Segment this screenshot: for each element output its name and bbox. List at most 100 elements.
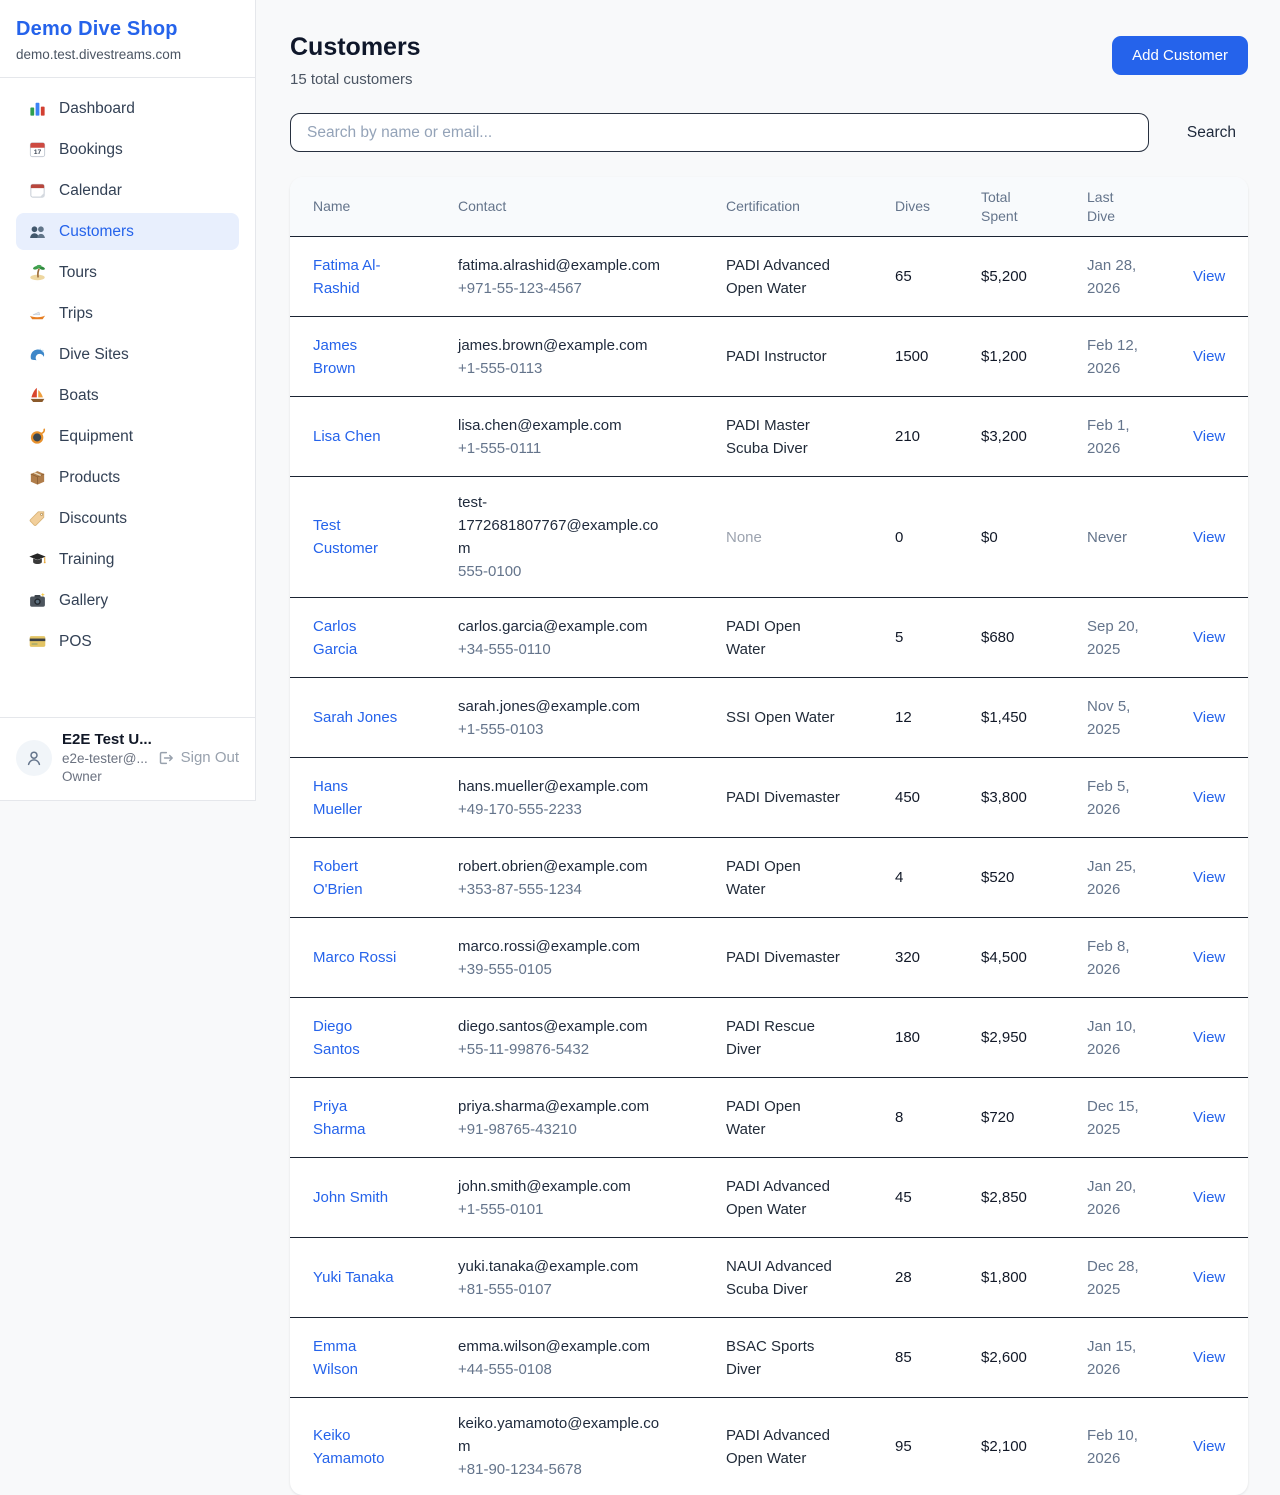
customer-phone: +1-555-0101 — [458, 1198, 716, 1221]
sidebar-item-bookings[interactable]: 17Bookings — [16, 131, 239, 168]
customer-phone: +971-55-123-4567 — [458, 277, 716, 300]
customer-name-cell: Hans Mueller — [313, 775, 458, 821]
customer-name-cell: Test Customer — [313, 514, 458, 560]
customer-name-link[interactable]: Emma Wilson — [313, 1335, 399, 1381]
view-link[interactable]: View — [1193, 348, 1225, 365]
customer-contact-cell: james.brown@example.com+1-555-0113 — [458, 334, 726, 380]
user-role: Owner — [62, 769, 146, 784]
sidebar-item-customers[interactable]: Customers — [16, 213, 239, 250]
view-link[interactable]: View — [1193, 1438, 1225, 1455]
customer-phone: +353-87-555-1234 — [458, 878, 716, 901]
last-dive-value: Never — [1087, 526, 1127, 549]
view-link[interactable]: View — [1193, 1349, 1225, 1366]
column-header-last-dive: Last Dive — [1087, 188, 1193, 226]
certification-cell: PADI Master Scuba Diver — [726, 414, 895, 460]
last-dive-value: Feb 8, 2026 — [1087, 935, 1159, 981]
sidebar-item-label: Discounts — [59, 510, 127, 528]
certification-cell: PADI Divemaster — [726, 946, 895, 969]
add-customer-button[interactable]: Add Customer — [1112, 36, 1248, 75]
camera-icon — [28, 591, 47, 610]
sidebar-item-equipment[interactable]: Equipment — [16, 418, 239, 455]
sidebar-item-trips[interactable]: Trips — [16, 295, 239, 332]
view-link[interactable]: View — [1193, 1269, 1225, 1286]
actions-cell: View — [1193, 1266, 1235, 1289]
certification-cell: PADI Advanced Open Water — [726, 254, 895, 300]
bookings-calendar-icon: 17 — [28, 140, 47, 159]
sidebar-item-training[interactable]: Training — [16, 541, 239, 578]
view-link[interactable]: View — [1193, 869, 1225, 886]
actions-cell: View — [1193, 1435, 1235, 1458]
view-link[interactable]: View — [1193, 268, 1225, 285]
certification-value: PADI Advanced Open Water — [726, 1175, 844, 1221]
table-row: Keiko Yamamotokeiko.yamamoto@example.com… — [290, 1398, 1248, 1495]
package-icon — [28, 468, 47, 487]
sidebar-item-dive-sites[interactable]: Dive Sites — [16, 336, 239, 373]
sidebar-item-gallery[interactable]: Gallery — [16, 582, 239, 619]
view-link[interactable]: View — [1193, 1109, 1225, 1126]
customer-name-link[interactable]: James Brown — [313, 334, 399, 380]
certification-cell: PADI Open Water — [726, 1095, 895, 1141]
last-dive-value: Feb 5, 2026 — [1087, 775, 1159, 821]
total-spent: $720 — [981, 1106, 1087, 1129]
certification-cell: PADI Open Water — [726, 855, 895, 901]
sidebar-item-discounts[interactable]: Discounts — [16, 500, 239, 537]
table-row: Priya Sharmapriya.sharma@example.com+91-… — [290, 1078, 1248, 1158]
customer-name-link[interactable]: Carlos Garcia — [313, 615, 399, 661]
sidebar-item-products[interactable]: Products — [16, 459, 239, 496]
sidebar-item-label: Gallery — [59, 592, 108, 610]
view-link[interactable]: View — [1193, 1189, 1225, 1206]
total-spent: $4,500 — [981, 946, 1087, 969]
view-link[interactable]: View — [1193, 428, 1225, 445]
search-input[interactable] — [290, 113, 1149, 152]
certification-value: PADI Master Scuba Diver — [726, 414, 844, 460]
customer-name-link[interactable]: Sarah Jones — [313, 706, 397, 729]
sidebar-item-pos[interactable]: POS — [16, 623, 239, 660]
customer-name-link[interactable]: Hans Mueller — [313, 775, 399, 821]
sidebar-item-label: Trips — [59, 305, 93, 323]
customer-name-link[interactable]: Test Customer — [313, 514, 399, 560]
view-link[interactable]: View — [1193, 789, 1225, 806]
bar-chart-icon — [28, 99, 47, 118]
view-link[interactable]: View — [1193, 949, 1225, 966]
customer-email: priya.sharma@example.com — [458, 1095, 666, 1118]
sign-out-button[interactable]: Sign Out — [156, 749, 239, 767]
search-button[interactable]: Search — [1175, 116, 1248, 150]
actions-cell: View — [1193, 265, 1235, 288]
dives-count: 0 — [895, 526, 981, 549]
customer-email: robert.obrien@example.com — [458, 855, 666, 878]
customer-email: fatima.alrashid@example.com — [458, 254, 666, 277]
dives-count: 5 — [895, 626, 981, 649]
customer-name-link[interactable]: Lisa Chen — [313, 425, 381, 448]
customer-name-link[interactable]: Fatima Al-Rashid — [313, 254, 399, 300]
customer-name-link[interactable]: John Smith — [313, 1186, 388, 1209]
table-row: Lisa Chenlisa.chen@example.com+1-555-011… — [290, 397, 1248, 477]
sidebar-item-boats[interactable]: Boats — [16, 377, 239, 414]
sailboat-icon — [28, 386, 47, 405]
last-dive-value: Nov 5, 2025 — [1087, 695, 1159, 741]
certification-value: PADI Divemaster — [726, 786, 840, 809]
customer-email: hans.mueller@example.com — [458, 775, 666, 798]
customer-name-cell: Lisa Chen — [313, 425, 458, 448]
customer-name-link[interactable]: Priya Sharma — [313, 1095, 399, 1141]
certification-cell: BSAC Sports Diver — [726, 1335, 895, 1381]
customer-name-link[interactable]: Diego Santos — [313, 1015, 399, 1061]
table-row: Emma Wilsonemma.wilson@example.com+44-55… — [290, 1318, 1248, 1398]
customer-name-link[interactable]: Robert O'Brien — [313, 855, 399, 901]
sidebar-item-calendar[interactable]: Calendar — [16, 172, 239, 209]
customer-contact-cell: robert.obrien@example.com+353-87-555-123… — [458, 855, 726, 901]
view-link[interactable]: View — [1193, 709, 1225, 726]
view-link[interactable]: View — [1193, 629, 1225, 646]
view-link[interactable]: View — [1193, 1029, 1225, 1046]
table-row: Test Customertest-1772681807767@example.… — [290, 477, 1248, 598]
avatar — [16, 740, 52, 776]
column-header-total-spent: Total Spent — [981, 188, 1087, 226]
sidebar-item-label: Dive Sites — [59, 346, 129, 364]
view-link[interactable]: View — [1193, 529, 1225, 546]
customer-name-link[interactable]: Keiko Yamamoto — [313, 1424, 399, 1470]
customer-name-link[interactable]: Yuki Tanaka — [313, 1266, 394, 1289]
sidebar-item-dashboard[interactable]: Dashboard — [16, 90, 239, 127]
sidebar-item-tours[interactable]: Tours — [16, 254, 239, 291]
actions-cell: View — [1193, 1026, 1235, 1049]
customer-name-link[interactable]: Marco Rossi — [313, 946, 396, 969]
certification-value: None — [726, 526, 762, 549]
